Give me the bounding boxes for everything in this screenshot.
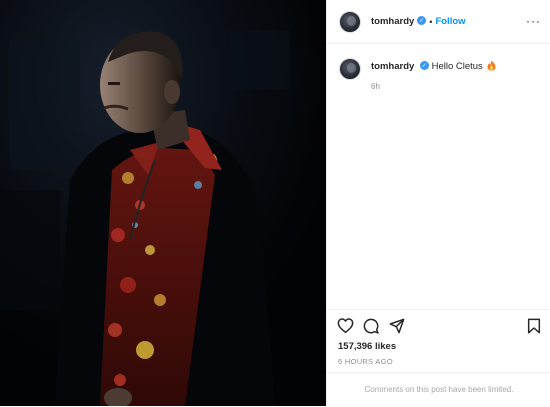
post-photo[interactable] [0,0,326,406]
heart-icon[interactable] [337,318,354,333]
bookmark-icon[interactable] [527,318,541,334]
caption-timestamp[interactable]: 6h [371,82,496,91]
comments-limited-notice: Comments on this post have been limited. [327,372,550,406]
post-image [0,0,326,406]
post-side-panel: tomhardy ✓ • Follow ··· tomhardy ✓ Hello… [326,0,550,406]
caption-text: Hello Cletus [431,61,483,73]
caption-body: tomhardy ✓ Hello Cletus 6h [371,60,496,91]
comment-icon[interactable] [363,318,379,334]
likes-count[interactable]: 157,396 likes [338,341,396,352]
share-icon[interactable] [389,318,405,334]
posted-time[interactable]: 6 HOURS AGO [338,357,393,366]
caption-username[interactable]: tomhardy [371,61,414,72]
instagram-post: tomhardy ✓ • Follow ··· tomhardy ✓ Hello… [0,0,550,406]
verified-badge-icon: ✓ [417,16,427,25]
action-bar [327,309,550,339]
avatar[interactable] [339,10,361,33]
header-username[interactable]: tomhardy [371,16,414,27]
caption-avatar[interactable] [339,58,361,80]
caption: tomhardy ✓ Hello Cletus 6h [327,58,550,91]
follow-button[interactable]: Follow [435,16,465,27]
caption-text-line: tomhardy ✓ Hello Cletus [371,60,496,73]
more-horizontal-icon[interactable]: ··· [526,15,541,27]
separator-dot: • [429,16,433,27]
verified-badge-icon: ✓ [419,61,429,70]
post-header: tomhardy ✓ • Follow ··· [327,0,550,44]
flame-icon [487,60,496,71]
